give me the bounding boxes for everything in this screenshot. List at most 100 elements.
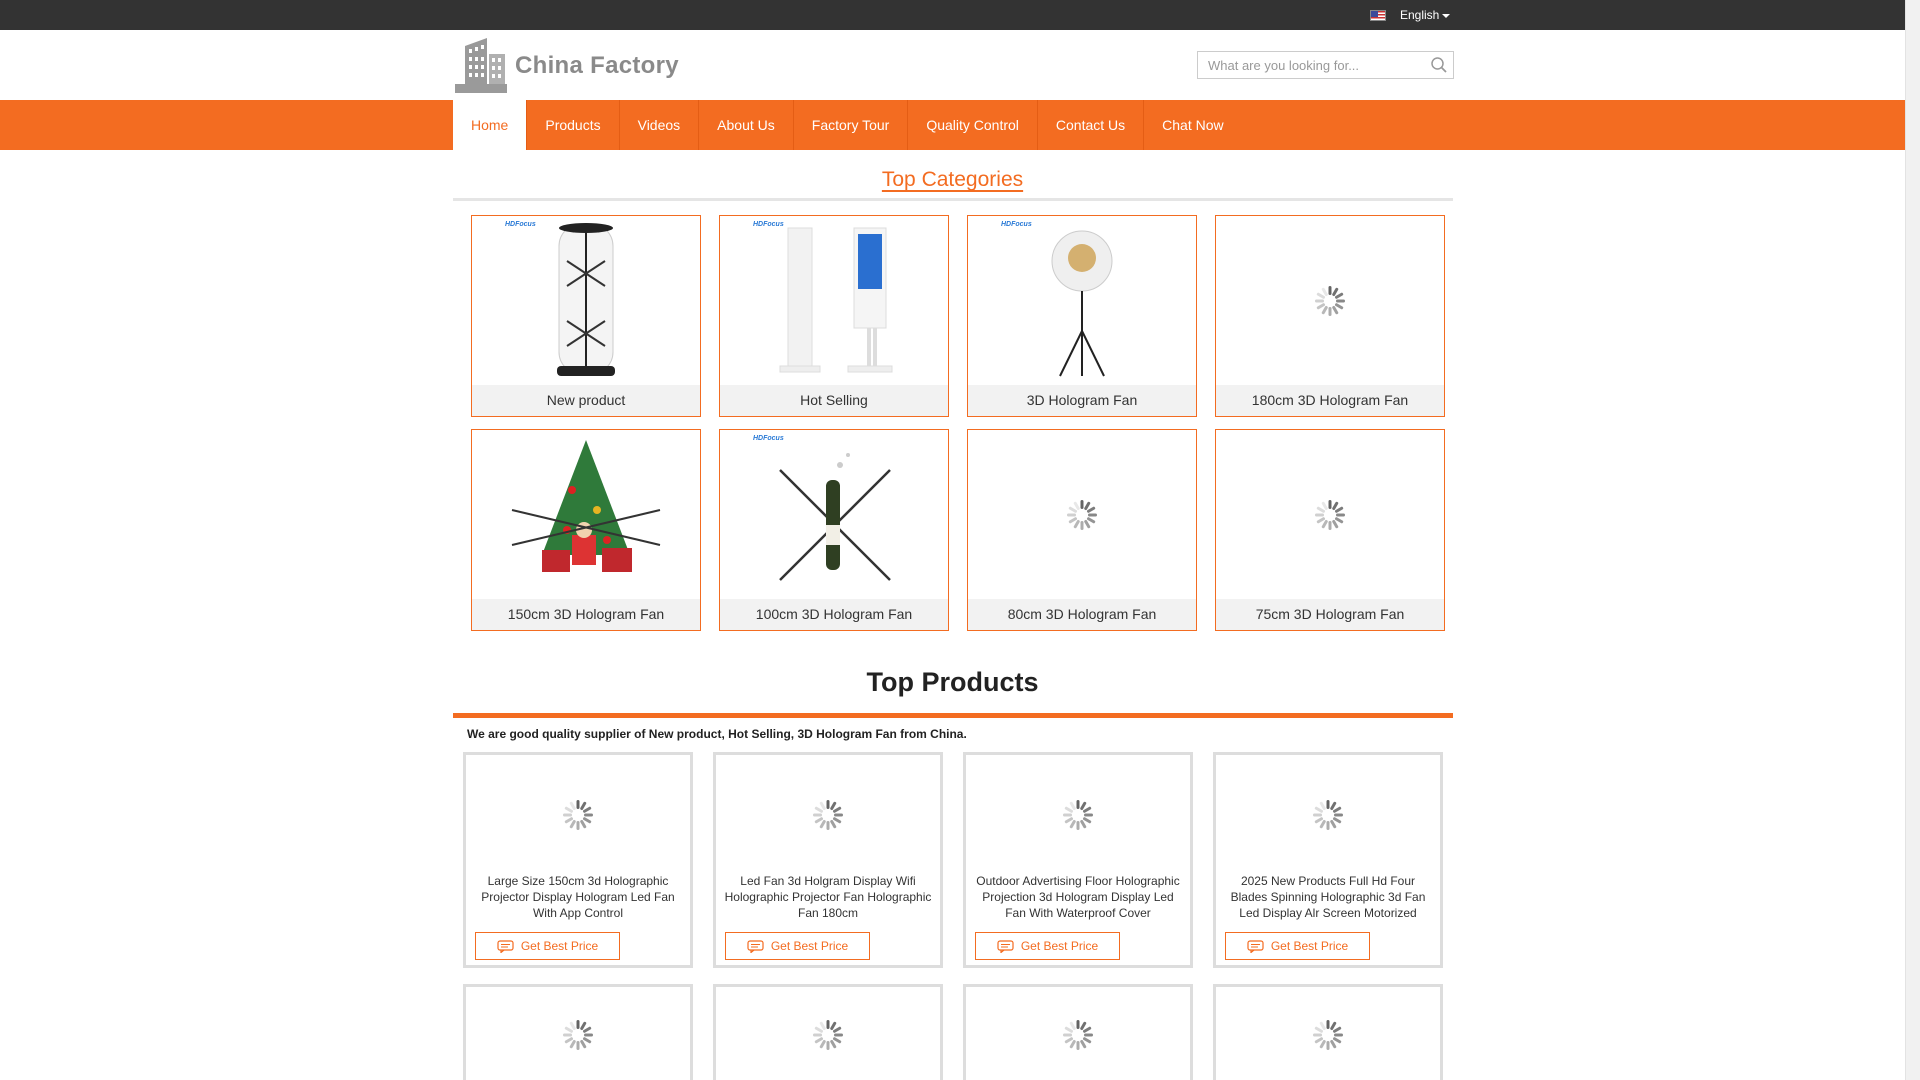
product-image[interactable] [1216,755,1440,875]
chat-icon [1247,939,1264,953]
products-intro: We are good quality supplier of New prod… [467,727,967,741]
search-icon[interactable] [1430,56,1448,74]
nav-item-chat-now[interactable]: Chat Now [1144,100,1241,150]
hologram-fan-tripod-image [1051,230,1113,377]
category-card[interactable]: HDFocus Hot Selling [719,215,949,417]
brand-tag: HDFocus [753,435,784,442]
scrollbar[interactable] [1905,0,1920,1080]
category-label[interactable]: 100cm 3D Hologram Fan [720,599,948,630]
product-card[interactable]: Large Size 150cm 3d Holographic Projecto… [463,752,693,968]
brand-tag: HDFocus [753,221,784,228]
loading-spinner-icon [1063,800,1093,830]
get-best-price-label: Get Best Price [1270,939,1349,953]
category-image[interactable] [1216,216,1444,385]
nav-item-quality-control[interactable]: Quality Control [908,100,1038,150]
category-label[interactable]: 150cm 3D Hologram Fan [472,599,700,630]
product-name[interactable]: Outdoor Advertising Floor Holographic Pr… [974,873,1182,921]
product-image[interactable] [966,755,1190,875]
get-best-price-label: Get Best Price [520,939,599,953]
category-card[interactable]: HDFocus 3D Hologram Fan [967,215,1197,417]
top-categories-title: Top Categories [881,168,1024,191]
category-image[interactable]: HDFocus [968,216,1196,385]
category-label[interactable]: 3D Hologram Fan [968,385,1196,416]
category-card[interactable]: 180cm 3D Hologram Fan [1215,215,1445,417]
loading-spinner-icon [1315,499,1345,530]
product-name[interactable]: Large Size 150cm 3d Holographic Projecto… [474,873,682,921]
loading-spinner-icon [813,1020,843,1050]
category-card[interactable]: 75cm 3D Hologram Fan [1215,429,1445,631]
loading-spinner-icon [1315,285,1345,316]
product-card[interactable] [463,984,693,1080]
product-image[interactable] [466,755,690,875]
product-image[interactable] [466,987,690,1080]
category-image[interactable]: HDFocus [472,216,700,385]
get-best-price-button[interactable]: Get Best Price [975,932,1120,960]
chat-icon [747,939,764,953]
category-card[interactable]: HDFocus 100cm 3D Hologram Fan [719,429,949,631]
product-image[interactable] [966,987,1190,1080]
loading-spinner-icon [1313,800,1343,830]
category-image[interactable]: HDFocus [720,216,948,385]
chat-icon [497,939,514,953]
loading-spinner-icon [563,1020,593,1050]
search-box [1197,51,1454,79]
language-label[interactable]: English [1400,8,1439,22]
brand-tag: HDFocus [505,221,536,228]
nav-item-products[interactable]: Products [527,100,620,150]
site-header: China Factory [0,30,1905,100]
building-logo-icon [455,38,507,93]
loading-spinner-icon [1067,499,1097,530]
loading-spinner-icon [563,800,593,830]
nav-item-home[interactable]: Home [453,100,528,150]
divider [453,198,1453,201]
product-card[interactable] [1213,984,1443,1080]
get-best-price-button[interactable]: Get Best Price [1225,932,1370,960]
product-card[interactable]: 2025 New Products Full Hd Four Blades Sp… [1213,752,1443,968]
get-best-price-label: Get Best Price [1020,939,1099,953]
category-image[interactable] [472,430,700,599]
category-card[interactable]: 150cm 3D Hologram Fan [471,429,701,631]
category-label[interactable]: Hot Selling [720,385,948,416]
us-flag-icon [1370,9,1386,21]
language-selector[interactable]: English [1370,0,1451,30]
category-label[interactable]: New product [472,385,700,416]
main-nav: Home Products Videos About Us Factory Tour Qu… [0,100,1905,150]
nav-item-contact-us[interactable]: Contact Us [1038,100,1145,150]
divider [453,713,1453,718]
nav-item-factory-tour[interactable]: Factory Tour [794,100,909,150]
category-label[interactable]: 180cm 3D Hologram Fan [1216,385,1444,416]
logo-text: China Factory [515,52,679,79]
category-image[interactable] [1216,430,1444,599]
get-best-price-button[interactable]: Get Best Price [725,932,870,960]
top-bar: English [0,0,1905,30]
product-name[interactable]: Led Fan 3d Holgram Display Wifi Holograp… [724,873,932,921]
product-card[interactable]: Outdoor Advertising Floor Holographic Pr… [963,752,1193,968]
kiosk-image [779,227,893,373]
product-image[interactable] [716,987,940,1080]
product-card[interactable] [963,984,1193,1080]
brand-tag: HDFocus [1001,221,1032,228]
product-name[interactable]: 2025 New Products Full Hd Four Blades Sp… [1224,873,1432,921]
site-logo[interactable]: China Factory [453,36,679,94]
hologram-cylinder-image [557,223,615,376]
nav-item-about-us[interactable]: About Us [699,100,794,150]
category-label[interactable]: 80cm 3D Hologram Fan [968,599,1196,630]
category-label[interactable]: 75cm 3D Hologram Fan [1216,599,1444,630]
product-card[interactable] [713,984,943,1080]
category-card[interactable]: HDFocus New product [471,215,701,417]
nav-item-videos[interactable]: Videos [620,100,700,150]
christmas-tree-image [511,440,661,572]
category-image[interactable] [968,430,1196,599]
product-image[interactable] [716,755,940,875]
product-image[interactable] [1216,987,1440,1080]
loading-spinner-icon [813,800,843,830]
category-image[interactable]: HDFocus [720,430,948,599]
category-card[interactable]: 80cm 3D Hologram Fan [967,429,1197,631]
product-card[interactable]: Led Fan 3d Holgram Display Wifi Holograp… [713,752,943,968]
chevron-down-icon [1442,14,1451,18]
loading-spinner-icon [1063,1020,1093,1050]
get-best-price-label: Get Best Price [770,939,849,953]
search-input[interactable] [1198,52,1423,78]
top-products-title: Top Products [866,667,1039,697]
get-best-price-button[interactable]: Get Best Price [475,932,620,960]
